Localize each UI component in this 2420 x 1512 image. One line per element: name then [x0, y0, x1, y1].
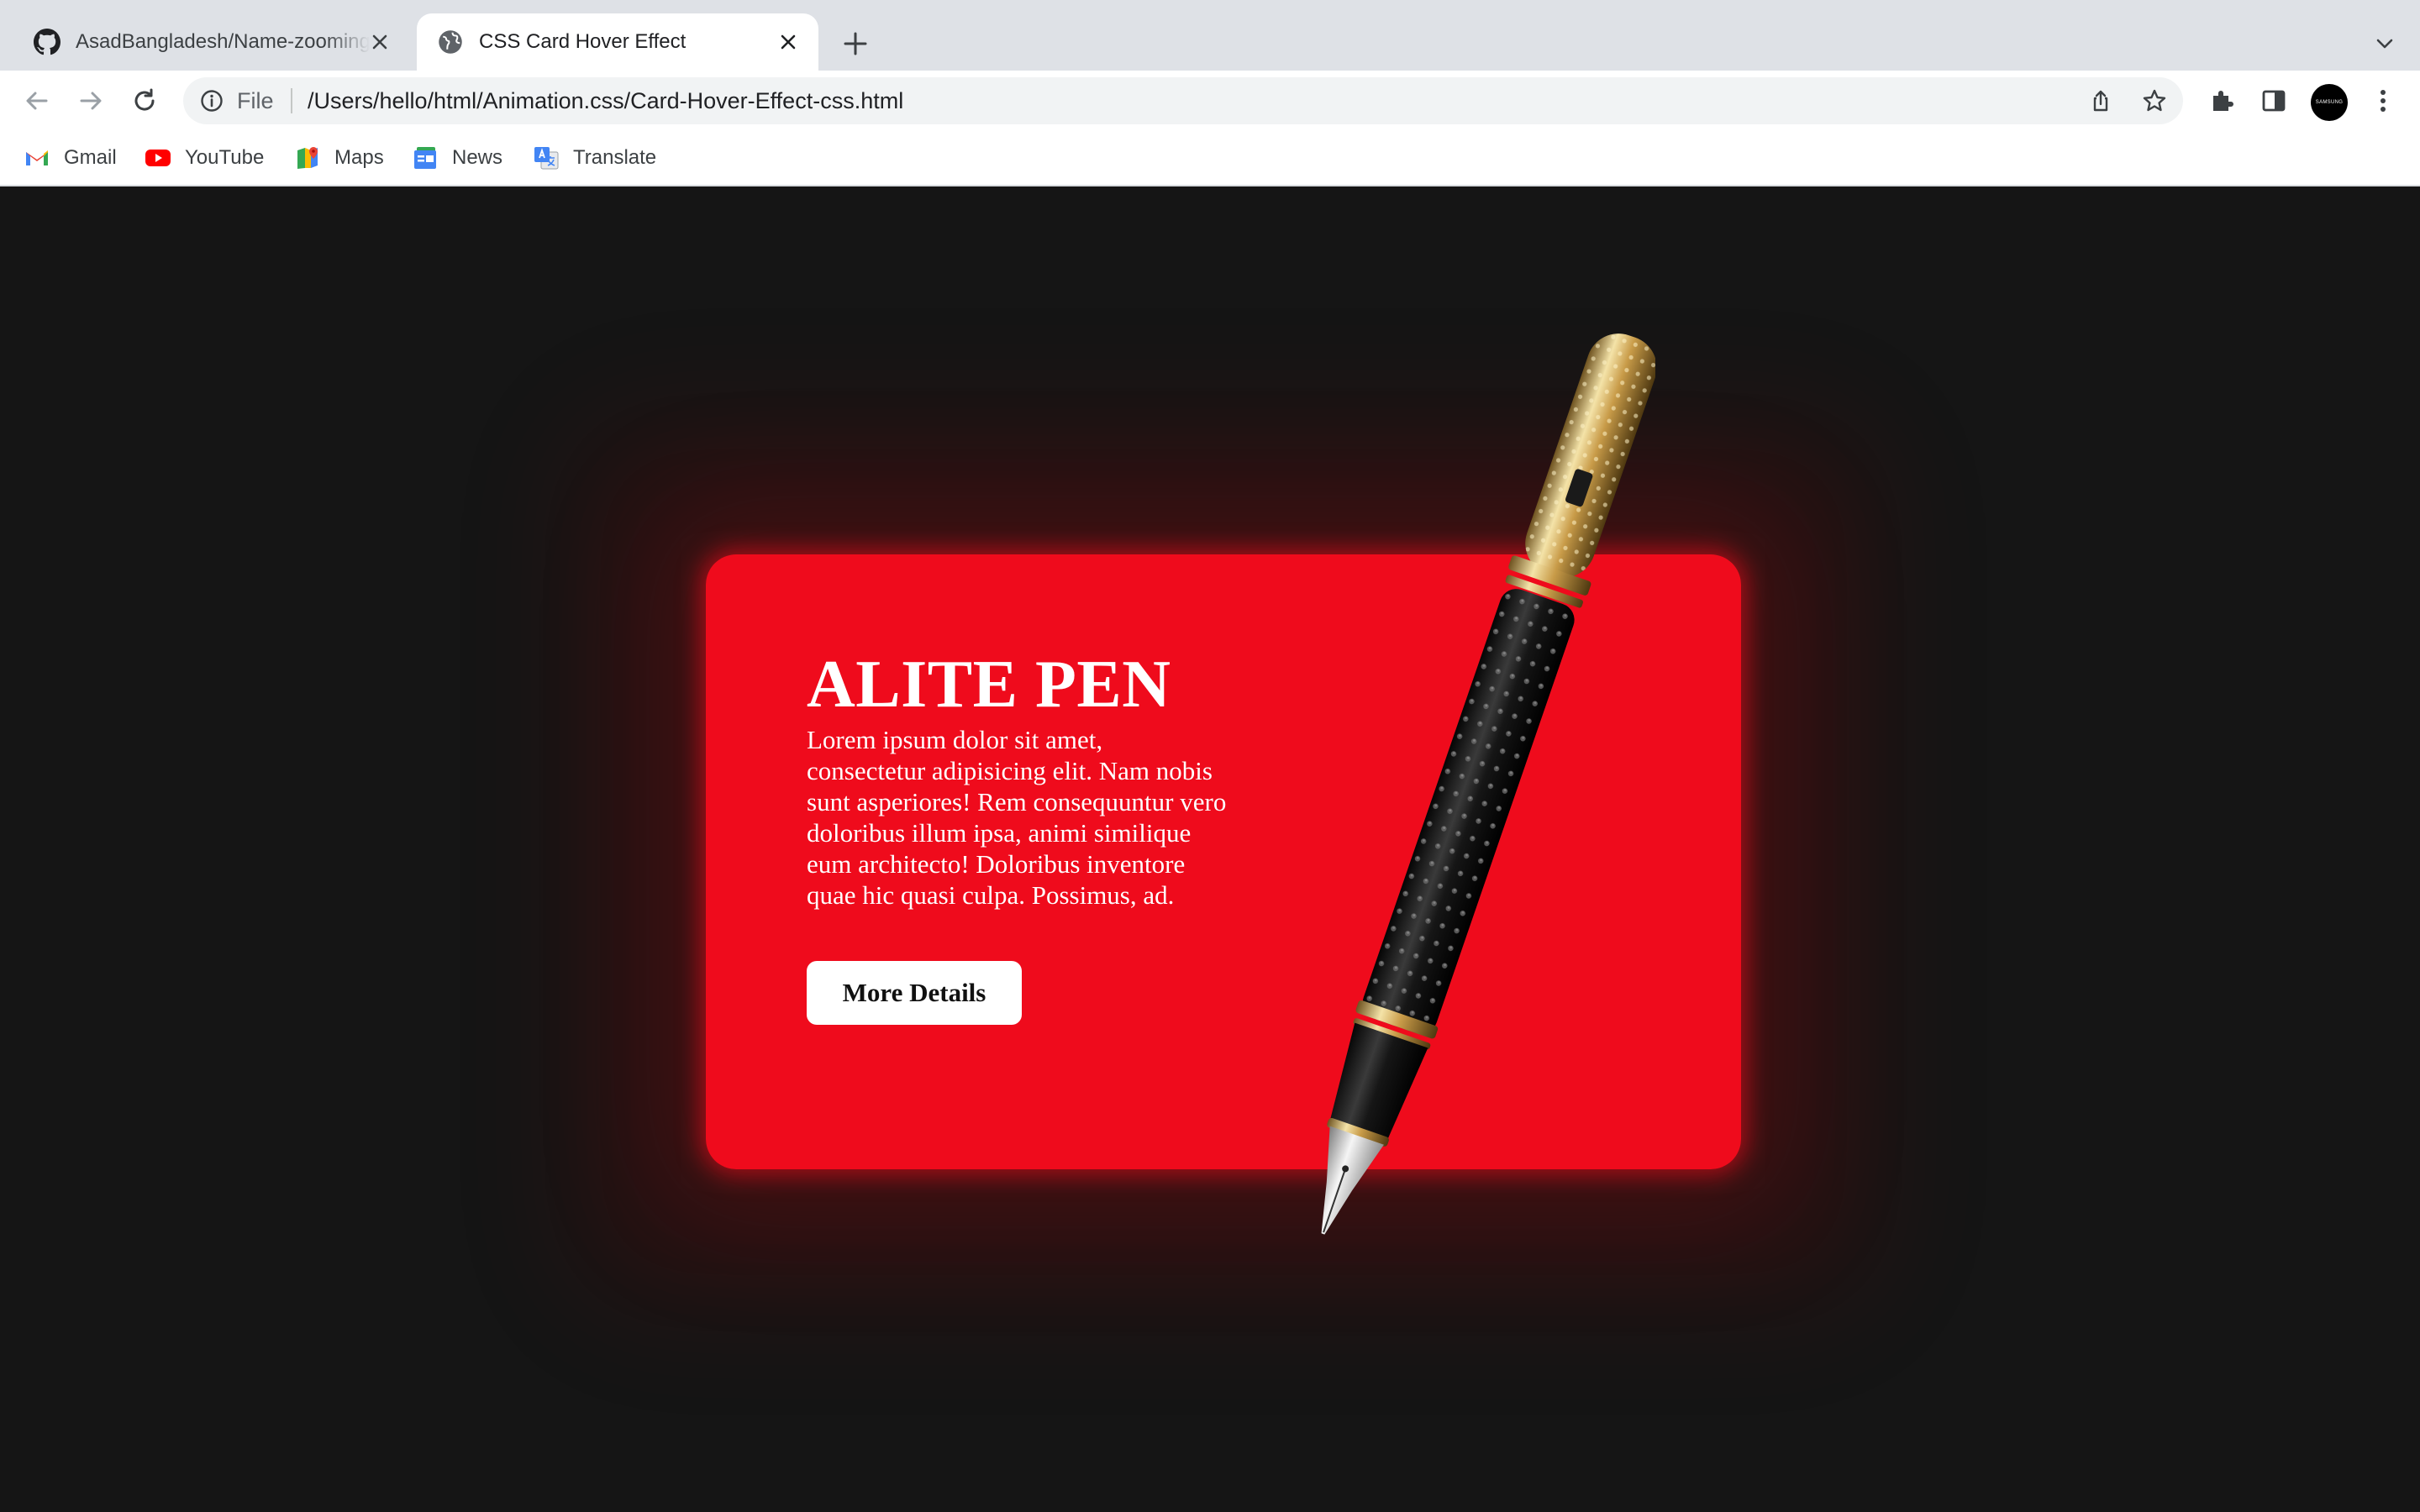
bookmark-label: Translate — [573, 146, 657, 169]
profile-avatar[interactable]: SAMSUNG — [2311, 84, 2348, 121]
bookmark-gmail[interactable]: Gmail — [24, 143, 117, 173]
more-details-button[interactable]: More Details — [807, 961, 1022, 1025]
forward-arrow-icon[interactable] — [71, 81, 111, 121]
new-tab-plus-icon[interactable] — [839, 27, 872, 60]
browser-toolbar: File /Users/hello/html/Animation.css/Car… — [0, 71, 2420, 131]
gmail-icon — [24, 144, 50, 171]
url-text[interactable]: /Users/hello/html/Animation.css/Card-Hov… — [308, 88, 903, 114]
bookmarks-bar: Gmail YouTube Maps News Translate — [0, 131, 2420, 186]
back-arrow-icon[interactable] — [17, 81, 57, 121]
close-tab-icon[interactable] — [775, 29, 802, 55]
close-tab-icon[interactable] — [366, 29, 393, 55]
more-menu-icon[interactable] — [2366, 84, 2400, 118]
side-panel-icon[interactable] — [2257, 84, 2291, 118]
address-bar[interactable]: File /Users/hello/html/Animation.css/Car… — [183, 77, 2183, 124]
bookmark-translate[interactable]: Translate — [533, 143, 656, 173]
reload-icon[interactable] — [124, 81, 165, 121]
url-scheme-label: File — [237, 88, 274, 113]
bookmark-label: YouTube — [185, 146, 265, 169]
divider — [291, 88, 292, 113]
bookmark-label: Gmail — [64, 146, 117, 169]
github-icon — [34, 29, 60, 55]
news-icon — [412, 144, 439, 171]
tab-strip: AsadBangladesh/Name-zooming-animation CS… — [0, 0, 2420, 71]
bookmark-label: Maps — [334, 146, 384, 169]
bookmark-youtube[interactable]: YouTube — [145, 143, 264, 173]
youtube-icon — [145, 144, 171, 171]
bookmark-label: News — [452, 146, 503, 169]
tab-github[interactable]: AsadBangladesh/Name-zooming-animation — [13, 13, 410, 71]
tab-search-chevron-icon[interactable] — [2368, 27, 2402, 60]
globe-icon — [437, 29, 464, 55]
fountain-pen-image — [1321, 333, 1655, 1235]
tab-title: AsadBangladesh/Name-zooming-animation — [76, 30, 370, 53]
tab-title: CSS Card Hover Effect — [479, 30, 687, 53]
card-description: Lorem ipsum dolor sit amet, consectetur … — [807, 725, 1227, 910]
share-icon[interactable] — [2087, 87, 2114, 114]
tab-card-hover[interactable]: CSS Card Hover Effect — [417, 13, 818, 71]
translate-icon — [533, 144, 560, 171]
card-title: ALITE PEN — [807, 648, 1171, 722]
info-icon[interactable] — [198, 87, 225, 114]
bookmark-news[interactable]: News — [412, 143, 502, 173]
bookmark-star-icon[interactable] — [2141, 87, 2168, 114]
extensions-puzzle-icon[interactable] — [2205, 84, 2238, 118]
page-viewport: ALITE PEN Lorem ipsum dolor sit amet, co… — [0, 186, 2420, 1512]
maps-icon — [294, 144, 321, 171]
bookmark-maps[interactable]: Maps — [294, 143, 384, 173]
